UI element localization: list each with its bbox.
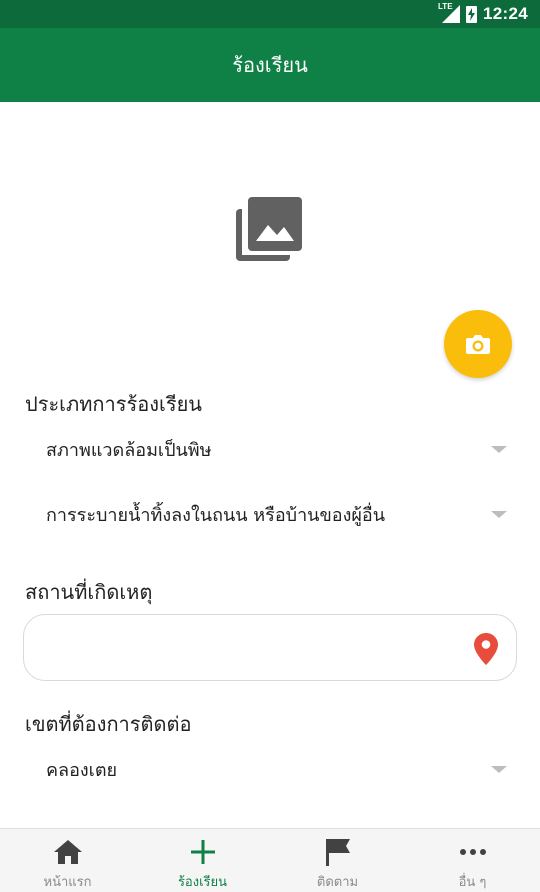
page-title: ร้องเรียน bbox=[232, 53, 308, 77]
battery-icon bbox=[466, 5, 478, 23]
complaint-form: ประเภทการร้องเรียน สภาพแวดล้อมเป็นพิษ กา… bbox=[0, 102, 540, 828]
app-bar: ร้องเรียน bbox=[0, 28, 540, 102]
chevron-down-icon bbox=[491, 765, 507, 773]
signal-icon: LTE bbox=[438, 2, 461, 23]
clock: 12:24 bbox=[483, 4, 528, 23]
photo-library-icon[interactable] bbox=[234, 195, 304, 263]
district-label: เขตที่ต้องการติดต่อ bbox=[25, 712, 192, 736]
flag-icon bbox=[325, 838, 350, 866]
network-type: LTE bbox=[438, 2, 453, 11]
nav-track-label: ติดตาม bbox=[316, 875, 359, 890]
nav-home-label: หน้าแรก bbox=[43, 875, 92, 890]
nav-complaint-label: ร้องเรียน bbox=[177, 875, 228, 890]
nav-home[interactable]: หน้าแรก bbox=[0, 829, 135, 892]
more-icon bbox=[459, 848, 486, 855]
location-label: สถานที่เกิดเหตุ bbox=[25, 580, 153, 604]
chevron-down-icon bbox=[491, 445, 507, 453]
complaint-category-select[interactable]: สภาพแวดล้อมเป็นพิษ bbox=[46, 429, 507, 469]
camera-button[interactable] bbox=[444, 310, 512, 378]
complaint-subcategory-value: การระบายน้ำทิ้งลงในถนน หรือบ้านของผู้อื่… bbox=[46, 504, 386, 526]
nav-more[interactable]: อื่น ๆ bbox=[405, 829, 540, 892]
district-value: คลองเตย bbox=[46, 759, 118, 781]
bottom-navigation: หน้าแรก ร้องเรียน ติดตาม อื่น ๆ bbox=[0, 828, 540, 892]
status-bar: LTE 12:24 bbox=[0, 0, 540, 28]
chevron-down-icon bbox=[491, 510, 507, 518]
nav-complaint[interactable]: ร้องเรียน bbox=[135, 829, 270, 892]
camera-icon bbox=[466, 335, 490, 354]
location-pin-icon[interactable] bbox=[474, 633, 498, 665]
plus-icon bbox=[190, 839, 215, 864]
home-icon bbox=[53, 839, 82, 864]
nav-more-label: อื่น ๆ bbox=[458, 875, 487, 890]
complaint-type-label: ประเภทการร้องเรียน bbox=[25, 392, 202, 416]
complaint-category-value: สภาพแวดล้อมเป็นพิษ bbox=[46, 439, 212, 461]
nav-track[interactable]: ติดตาม bbox=[270, 829, 405, 892]
district-select[interactable]: คลองเตย bbox=[46, 749, 507, 789]
complaint-subcategory-select[interactable]: การระบายน้ำทิ้งลงในถนน หรือบ้านของผู้อื่… bbox=[46, 494, 507, 534]
location-field[interactable] bbox=[23, 614, 517, 681]
location-input[interactable] bbox=[42, 615, 462, 680]
